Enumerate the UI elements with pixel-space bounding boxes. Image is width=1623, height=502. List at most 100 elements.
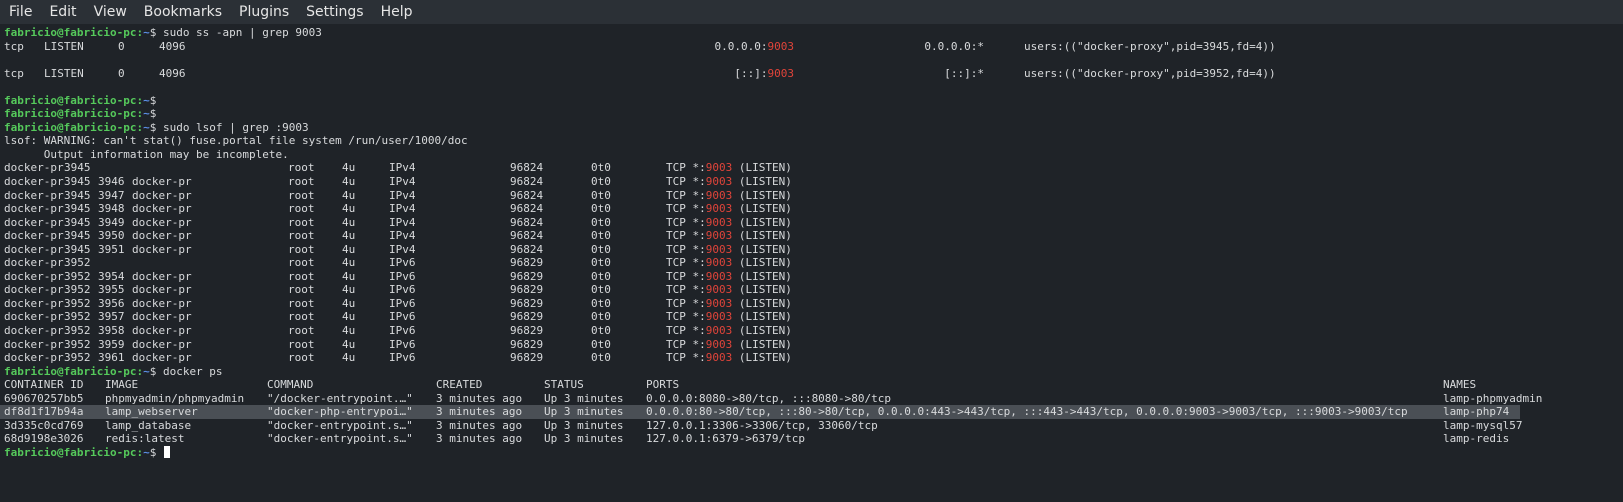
text-segment: IPv6	[389, 310, 416, 324]
text-segment: 0t0	[591, 175, 611, 189]
lsof-proto: TCP *:	[666, 161, 706, 175]
lsof-proto: TCP *:	[666, 337, 706, 351]
port: 9003	[705, 256, 733, 270]
ss-row: tcp LISTEN 0 4096 0.0.0.0:9003 0.0.0.0:* users…	[4, 40, 1619, 54]
cell-ports: 0.0.0.0:8080->80/tcp, :::8080->80/tcp	[646, 391, 892, 405]
text-segment: LISTEN	[44, 66, 84, 80]
text-segment: 4u	[342, 188, 356, 202]
text-segment: 3951	[98, 242, 125, 256]
column-header: PORTS	[646, 378, 680, 392]
prompt-user: fabricio@fabricio-pc:	[4, 26, 144, 39]
command-text: $	[149, 107, 163, 121]
lsof-state: (LISTEN)	[732, 188, 792, 202]
menu-bookmarks[interactable]: Bookmarks	[135, 0, 230, 24]
text-segment: IPv4	[389, 215, 416, 229]
lsof-proto: TCP *:	[666, 324, 706, 338]
local-ip: 0.0.0.0:	[714, 39, 768, 53]
text-segment: 3958	[98, 324, 125, 338]
text-segment: 3952	[64, 324, 91, 338]
text-segment: IPv6	[389, 296, 416, 310]
peer-address: [::]:*	[944, 66, 984, 80]
text-segment: docker-pr	[132, 175, 192, 189]
text-segment: 96829	[510, 256, 544, 270]
port: 9003	[705, 188, 733, 202]
port: 9003	[705, 229, 733, 243]
cell-status: Up 3 minutes	[544, 432, 624, 446]
text-segment: 4u	[342, 269, 356, 283]
text-segment: 0t0	[591, 202, 611, 216]
text-segment: docker-pr	[132, 337, 192, 351]
port: 9003	[705, 296, 733, 310]
menu-help[interactable]: Help	[372, 0, 421, 24]
text-segment: 96824	[510, 215, 544, 229]
terminal-output[interactable]: fabricio@fabricio-pc:~$ sudo ss -apn | g…	[0, 26, 1619, 496]
command-text: $ sudo ss -apn | grep 9003	[149, 26, 322, 39]
lsof-row: docker-pr 3945 3949 docker-pr root 4u IPv4 9682…	[4, 216, 1619, 230]
docker-row: df8d1f17b94a lamp_webserver "docker-php-en…	[0, 405, 1619, 419]
cell-names: lamp-php74	[1443, 405, 1510, 419]
text-segment: 96824	[510, 202, 544, 216]
text-segment: 96829	[510, 296, 544, 310]
command-text: $ sudo lsof | grep :9003	[149, 120, 309, 134]
menu-view[interactable]: View	[85, 0, 135, 24]
prompt-user: fabricio@fabricio-pc:	[4, 445, 144, 459]
cell-ports: 127.0.0.1:6379->6379/tcp	[646, 432, 805, 446]
text-segment: docker-pr	[132, 324, 192, 338]
cell-id: 3d335c0cd769	[4, 418, 84, 432]
peer-address: 0.0.0.0:*	[924, 39, 984, 53]
column-header: IMAGE	[105, 378, 139, 392]
text-segment: 3954	[98, 269, 125, 283]
prompt-line: fabricio@fabricio-pc:~$ docker ps	[4, 365, 1619, 379]
menu-plugins[interactable]: Plugins	[230, 0, 297, 24]
text-segment: 96824	[510, 188, 544, 202]
prompt: fabricio@fabricio-pc:~$ sudo ss -apn | g…	[4, 26, 322, 40]
prompt-user: fabricio@fabricio-pc:	[4, 93, 144, 107]
cell-status: Up 3 minutes	[544, 391, 624, 405]
text-segment: 4u	[342, 161, 356, 175]
cell-created: 3 minutes ago	[436, 391, 523, 405]
docker-row: 3d335c0cd769 lamp_database "docker-entrypo…	[4, 419, 1619, 433]
port: 9003	[767, 39, 795, 53]
port: 9003	[705, 202, 733, 216]
text-segment: docker-pr	[4, 269, 64, 283]
text-segment: 96829	[510, 310, 544, 324]
local-address: 0.0.0.0:9003	[715, 40, 794, 54]
prompt-line: fabricio@fabricio-pc:~$	[4, 107, 1619, 121]
cell-status: Up 3 minutes	[544, 405, 624, 419]
prompt-line: fabricio@fabricio-pc:~$	[4, 94, 1619, 108]
lsof-name: TCP *:9003 (LISTEN)	[666, 338, 792, 352]
text-segment: docker-pr	[4, 351, 64, 365]
lsof-state: (LISTEN)	[732, 256, 792, 270]
text-segment: root	[288, 324, 315, 338]
text-segment: 0t0	[591, 283, 611, 297]
local-address: [::]:9003	[734, 67, 794, 81]
menu-settings[interactable]: Settings	[297, 0, 371, 24]
command-text: $ docker ps	[149, 364, 223, 378]
lsof-row: docker-pr 3945 3950 docker-pr root 4u IPv4 9682…	[4, 229, 1619, 243]
lsof-state: (LISTEN)	[732, 296, 792, 310]
text-segment: tcp	[4, 66, 24, 80]
text-segment: root	[288, 188, 315, 202]
docker-row: 690670257bb5 phpmyadmin/phpmyadmin "/docke…	[4, 392, 1619, 406]
lsof-state: (LISTEN)	[732, 310, 792, 324]
lsof-row: docker-pr 3952 root 4u IPv6 96829 0t0 TCP *:900…	[4, 256, 1619, 270]
text-segment: IPv4	[389, 161, 416, 175]
cell-command: "docker-entrypoint.s…"	[267, 418, 413, 432]
text-segment: 96824	[510, 161, 544, 175]
cell-created: 3 minutes ago	[436, 432, 523, 446]
lsof-proto: TCP *:	[666, 202, 706, 216]
prompt-line: fabricio@fabricio-pc:~$ sudo lsof | grep…	[4, 121, 1619, 135]
text-segment: 0t0	[591, 351, 611, 365]
menu-file[interactable]: File	[0, 0, 40, 24]
text-segment: 3950	[98, 229, 125, 243]
lsof-state: (LISTEN)	[732, 337, 792, 351]
text-segment: 0	[118, 66, 125, 80]
text-segment: 3945	[64, 202, 91, 216]
cell-ports: 127.0.0.1:3306->3306/tcp, 33060/tcp	[646, 418, 878, 432]
menu-edit[interactable]: Edit	[40, 0, 84, 24]
cursor	[163, 445, 170, 458]
text-segment: docker-pr	[4, 175, 64, 189]
lsof-state: (LISTEN)	[732, 283, 792, 297]
port: 9003	[705, 242, 733, 256]
text-segment: 4096	[159, 66, 186, 80]
